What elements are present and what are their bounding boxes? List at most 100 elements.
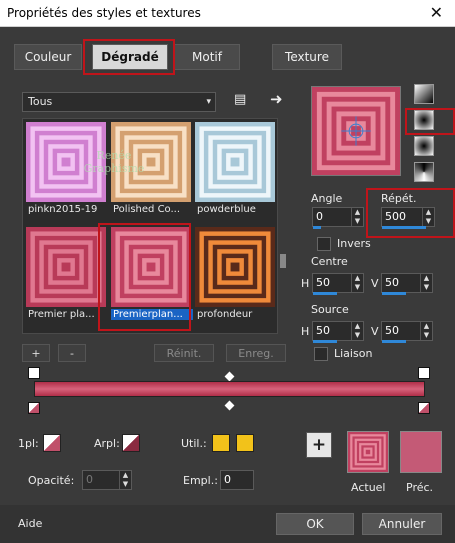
source-h-label: H [301, 325, 310, 338]
gradient-band [230, 157, 240, 167]
sunburst-style-icon[interactable] [414, 136, 434, 156]
spinner-arrows-icon[interactable]: ▲ ▼ [119, 471, 131, 489]
first-plan-label: 1pl: [18, 437, 39, 450]
centre-v-value: 50 [385, 276, 399, 289]
watermark-text: Renée Graphisme [83, 149, 145, 175]
remove-gradient-button[interactable]: - [58, 344, 86, 362]
link-label: Liaison [334, 347, 373, 360]
source-v-value: 50 [385, 324, 399, 337]
source-h-level [313, 340, 337, 343]
gradient-band [365, 449, 371, 455]
gallery-item-label: Polished Co... [113, 204, 181, 215]
top-midpoint-marker[interactable] [224, 371, 235, 382]
gallery-item[interactable]: profondeur [195, 227, 277, 321]
gallery-item-label: Premier pla... [28, 309, 95, 320]
ok-button[interactable]: OK [276, 513, 354, 535]
window-title: Propriétés des styles et textures [7, 6, 201, 20]
opacity-value: 0 [86, 473, 93, 486]
gallery-item-label: profondeur [197, 309, 253, 320]
category-value: Tous [28, 95, 53, 108]
gallery-item[interactable]: Premier pla... [26, 227, 108, 321]
centre-h-label: H [301, 277, 310, 290]
source-v-level [382, 340, 406, 343]
gallery-scrollbar[interactable] [278, 118, 288, 334]
source-label: Source [311, 303, 349, 316]
title-bar: Propriétés des styles et textures ✕ [0, 0, 455, 27]
spinner-arrows-icon[interactable]: ▲ ▼ [351, 322, 363, 340]
previous-label: Préc. [406, 481, 434, 494]
source-h-field[interactable]: 50 ▲ ▼ [312, 321, 364, 343]
gradient-thumbnail [195, 227, 275, 307]
reset-button[interactable]: Réinit. [154, 344, 214, 362]
add-gradient-button[interactable]: + [22, 344, 50, 362]
bottom-midpoint-marker[interactable] [224, 400, 235, 411]
centre-label: Centre [311, 255, 348, 268]
tab-couleur[interactable]: Couleur [14, 44, 82, 70]
gradient-preview [311, 86, 401, 176]
gradient-thumbnail [26, 227, 106, 307]
tab-motif[interactable]: Motif [174, 44, 240, 70]
footer: Aide OK Annuler [0, 505, 455, 543]
gradient-editor-icon[interactable]: ▤ [234, 92, 246, 107]
gradient-band [230, 262, 240, 272]
cancel-button[interactable]: Annuler [362, 513, 442, 535]
link-checkbox[interactable] [314, 347, 328, 361]
start-color-stop[interactable] [28, 402, 40, 414]
centre-v-label: V [371, 277, 379, 290]
centre-v-field[interactable]: 50 ▲ ▼ [381, 273, 433, 295]
gallery-item[interactable]: powderblue [195, 122, 277, 216]
centre-h-level [313, 292, 337, 295]
gradient-bar[interactable] [34, 381, 425, 397]
angle-value: 0 [316, 210, 323, 223]
position-value: 0 [224, 473, 231, 486]
current-gradient-preview[interactable] [347, 431, 389, 473]
centre-v-level [382, 292, 406, 295]
background-label: Arpl: [94, 437, 120, 450]
top-left-stop-marker[interactable] [28, 367, 40, 379]
styles-textures-dialog: Propriétés des styles et textures ✕ Coul… [0, 0, 455, 543]
invert-checkbox[interactable] [317, 237, 331, 251]
centre-h-value: 50 [316, 276, 330, 289]
invert-label: Invers [337, 237, 371, 250]
current-label: Actuel [351, 481, 386, 494]
spinner-arrows-icon[interactable]: ▲ ▼ [420, 322, 432, 340]
position-field[interactable]: 0 [220, 470, 254, 490]
save-button[interactable]: Enreg. [226, 344, 286, 362]
spinner-arrows-icon[interactable]: ▲ ▼ [420, 274, 432, 292]
highlight-style-icon [405, 108, 455, 135]
radial-style-icon[interactable] [414, 162, 434, 182]
background-swatch[interactable] [122, 434, 140, 452]
highlight-selected-gradient [98, 223, 191, 331]
user-label: Util.: [181, 437, 207, 450]
first-plan-swatch[interactable] [43, 434, 61, 452]
chevron-down-icon: ▾ [206, 97, 211, 107]
source-v-label: V [371, 325, 379, 338]
help-link[interactable]: Aide [18, 517, 42, 530]
scrollbar-thumb[interactable] [280, 254, 286, 268]
spinner-arrows-icon[interactable]: ▲ ▼ [351, 274, 363, 292]
close-icon[interactable]: ✕ [430, 3, 443, 22]
top-right-stop-marker[interactable] [418, 367, 430, 379]
arrow-right-icon[interactable]: ➜ [270, 90, 283, 108]
category-dropdown[interactable]: Tous ▾ [22, 92, 216, 112]
linear-style-icon[interactable] [414, 84, 434, 104]
spinner-arrows-icon[interactable]: ▲ ▼ [351, 208, 363, 226]
gallery-item-label: powderblue [197, 204, 256, 215]
position-label: Empl.: [183, 474, 218, 487]
user-color-swatch-2[interactable] [236, 434, 254, 452]
gallery-item-label: pinkn2015-19 [28, 204, 98, 215]
user-color-swatch-1[interactable] [212, 434, 230, 452]
gradient-thumbnail [195, 122, 275, 202]
opacity-field[interactable]: 0 ▲ ▼ [82, 470, 132, 490]
highlight-repeat [366, 188, 455, 238]
source-h-value: 50 [316, 324, 330, 337]
end-color-stop[interactable] [418, 402, 430, 414]
highlight-tab-degrade [83, 39, 175, 75]
previous-gradient-preview[interactable] [400, 431, 442, 473]
tab-texture[interactable]: Texture [272, 44, 342, 70]
centre-h-field[interactable]: 50 ▲ ▼ [312, 273, 364, 295]
angle-field[interactable]: 0 ▲ ▼ [312, 207, 364, 229]
gradient-band [61, 262, 71, 272]
source-v-field[interactable]: 50 ▲ ▼ [381, 321, 433, 343]
add-swatch-button[interactable]: + [306, 432, 332, 458]
